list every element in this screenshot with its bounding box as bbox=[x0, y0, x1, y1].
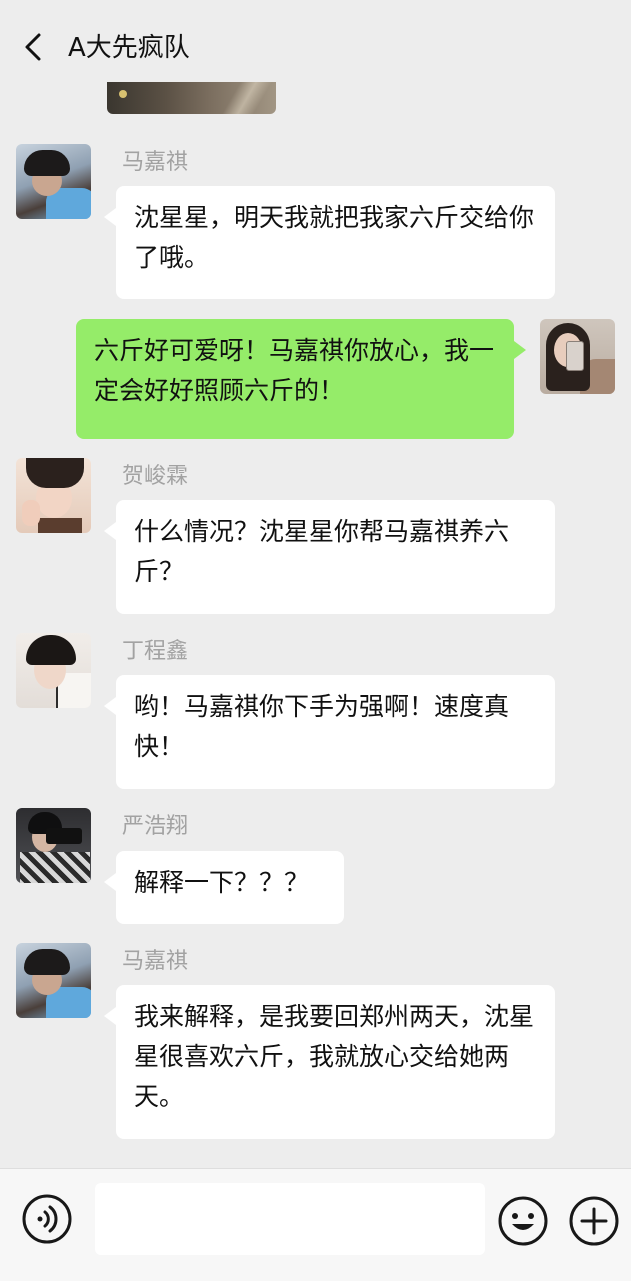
chat-header: A大先疯队 bbox=[0, 0, 631, 96]
input-bar bbox=[0, 1168, 631, 1281]
avatar[interactable] bbox=[540, 319, 615, 394]
plus-icon[interactable] bbox=[568, 1195, 620, 1247]
avatar[interactable] bbox=[16, 943, 91, 1018]
chat-title: A大先疯队 bbox=[68, 33, 190, 63]
message-bubble[interactable]: 什么情况？沈星星你帮马嘉祺养六斤？ bbox=[104, 500, 555, 614]
message-bubble[interactable]: 解释一下？？？ bbox=[104, 851, 344, 924]
sender-name: 丁程鑫 bbox=[122, 639, 189, 664]
avatar[interactable] bbox=[16, 808, 91, 883]
avatar[interactable] bbox=[16, 458, 91, 533]
message-input[interactable] bbox=[95, 1183, 485, 1255]
avatar[interactable] bbox=[16, 144, 91, 219]
message-bubble[interactable]: 我来解释，是我要回郑州两天，沈星星很喜欢六斤，我就放心交给她两天。 bbox=[104, 985, 555, 1139]
message-bubble[interactable]: 沈星星，明天我就把我家六斤交给你了哦。 bbox=[104, 186, 555, 299]
sender-name: 严浩翔 bbox=[122, 814, 189, 839]
image-message-thumbnail[interactable] bbox=[107, 82, 276, 114]
message-bubble[interactable]: 六斤好可爱呀！马嘉祺你放心，我一定会好好照顾六斤的！ bbox=[76, 319, 526, 439]
sender-name: 贺峻霖 bbox=[122, 464, 189, 489]
sender-name: 马嘉祺 bbox=[122, 949, 189, 974]
voice-icon[interactable] bbox=[21, 1193, 73, 1245]
emoji-icon[interactable] bbox=[497, 1195, 549, 1247]
avatar[interactable] bbox=[16, 633, 91, 708]
message-bubble[interactable]: 哟！马嘉祺你下手为强啊！速度真快！ bbox=[104, 675, 555, 789]
chevron-left-icon[interactable] bbox=[22, 32, 46, 62]
sender-name: 马嘉祺 bbox=[122, 150, 189, 175]
